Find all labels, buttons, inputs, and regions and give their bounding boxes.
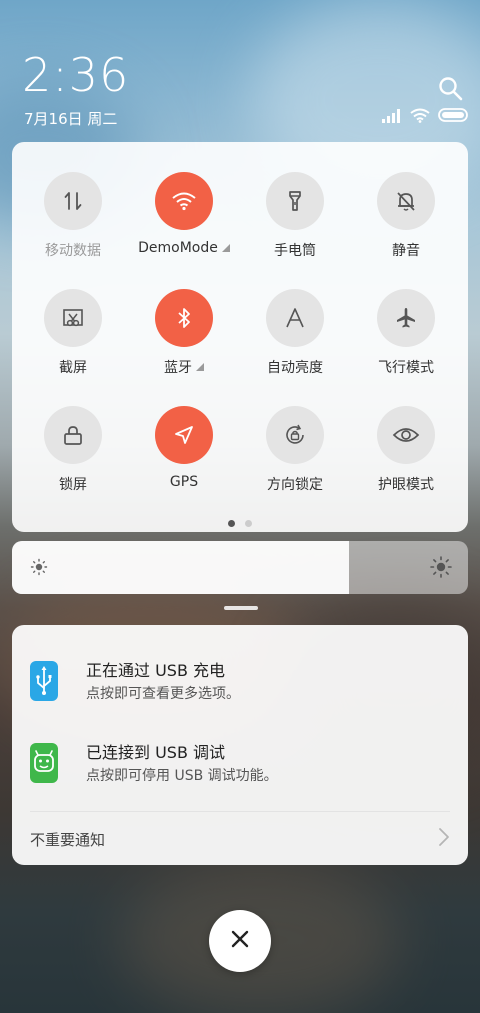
- tile-mute[interactable]: 静音: [350, 172, 462, 272]
- drag-handle[interactable]: [224, 606, 258, 610]
- tile-lock-screen[interactable]: 锁屏: [17, 406, 129, 506]
- screenshot-icon: [44, 289, 102, 347]
- brightness-low-icon: [30, 558, 48, 576]
- tile-bluetooth[interactable]: 蓝牙: [128, 289, 240, 389]
- usb-icon: [30, 661, 58, 701]
- tile-gps[interactable]: GPS: [128, 406, 240, 506]
- notification-subtitle: 点按即可查看更多选项。: [86, 686, 240, 702]
- unimportant-notifications-label: 不重要通知: [30, 830, 106, 849]
- mobile-data-icon: [44, 172, 102, 230]
- tile-label: 移动数据: [45, 243, 101, 259]
- notification-title: 正在通过 USB 充电: [86, 661, 226, 680]
- tile-label: 锁屏: [59, 477, 87, 493]
- tile-label: 蓝牙: [164, 360, 192, 376]
- notification-title: 已连接到 USB 调试: [86, 743, 226, 762]
- clear-all-button[interactable]: [209, 910, 271, 972]
- eye-icon: [377, 406, 435, 464]
- tile-label: 自动亮度: [267, 360, 323, 376]
- tile-label: 截屏: [59, 360, 87, 376]
- tile-label: 静音: [392, 243, 420, 259]
- tile-auto-brightness[interactable]: 自动亮度: [239, 289, 351, 389]
- notification-card: 正在通过 USB 充电 点按即可查看更多选项。 已连接到 USB 调试 点按即可…: [12, 625, 468, 865]
- battery-icon: [438, 107, 470, 127]
- tile-label: DemoMode: [138, 240, 218, 256]
- expand-triangle-icon: [196, 363, 204, 371]
- wifi-icon: [155, 172, 213, 230]
- expand-triangle-icon: [221, 244, 230, 252]
- date: 7月16日 周二: [24, 110, 118, 128]
- brightness-level: [12, 541, 350, 594]
- android-icon: [30, 743, 58, 783]
- auto-brightness-icon: [266, 289, 324, 347]
- unimportant-notifications-row[interactable]: 不重要通知: [30, 821, 450, 857]
- brightness-high-icon: [430, 556, 452, 578]
- lock-icon: [44, 406, 102, 464]
- search-icon[interactable]: [438, 76, 464, 102]
- quick-settings-panel: 移动数据 DemoMode 手电筒 静音 截屏 蓝牙 自动亮度 飞行模式 锁屏 …: [12, 142, 468, 532]
- tile-label: 手电筒: [274, 243, 316, 259]
- notification-subtitle: 点按即可停用 USB 调试功能。: [86, 768, 278, 784]
- tile-label: 飞行模式: [378, 360, 434, 376]
- notification-usb-debugging[interactable]: 已连接到 USB 调试 点按即可停用 USB 调试功能。: [30, 737, 450, 797]
- close-icon: [230, 929, 250, 953]
- tile-screenshot[interactable]: 截屏: [17, 289, 129, 389]
- divider: [30, 811, 450, 812]
- wifi-icon: [410, 108, 430, 127]
- rotation-lock-icon: [266, 406, 324, 464]
- clock: 2:36: [22, 48, 130, 102]
- tile-airplane[interactable]: 飞行模式: [350, 289, 462, 389]
- flashlight-icon: [266, 172, 324, 230]
- tile-label: 护眼模式: [378, 477, 434, 493]
- brightness-slider[interactable]: [12, 541, 468, 594]
- page-dot-active: [228, 520, 235, 527]
- tile-mobile-data[interactable]: 移动数据: [17, 172, 129, 272]
- tile-demomode-wifi[interactable]: DemoMode: [128, 172, 240, 272]
- status-bar-icons: [382, 108, 470, 126]
- signal-icon: [382, 108, 402, 127]
- tile-label: 方向锁定: [267, 477, 323, 493]
- page-dot: [245, 520, 252, 527]
- gps-icon: [155, 406, 213, 464]
- notification-usb-charging[interactable]: 正在通过 USB 充电 点按即可查看更多选项。: [30, 655, 450, 715]
- chevron-right-icon: [438, 827, 450, 851]
- mute-bell-icon: [377, 172, 435, 230]
- airplane-icon: [377, 289, 435, 347]
- tile-rotation-lock[interactable]: 方向锁定: [239, 406, 351, 506]
- tile-flashlight[interactable]: 手电筒: [239, 172, 351, 272]
- tile-eye-care[interactable]: 护眼模式: [350, 406, 462, 506]
- page-indicator: [228, 520, 252, 527]
- bluetooth-icon: [155, 289, 213, 347]
- tile-label: GPS: [169, 474, 199, 490]
